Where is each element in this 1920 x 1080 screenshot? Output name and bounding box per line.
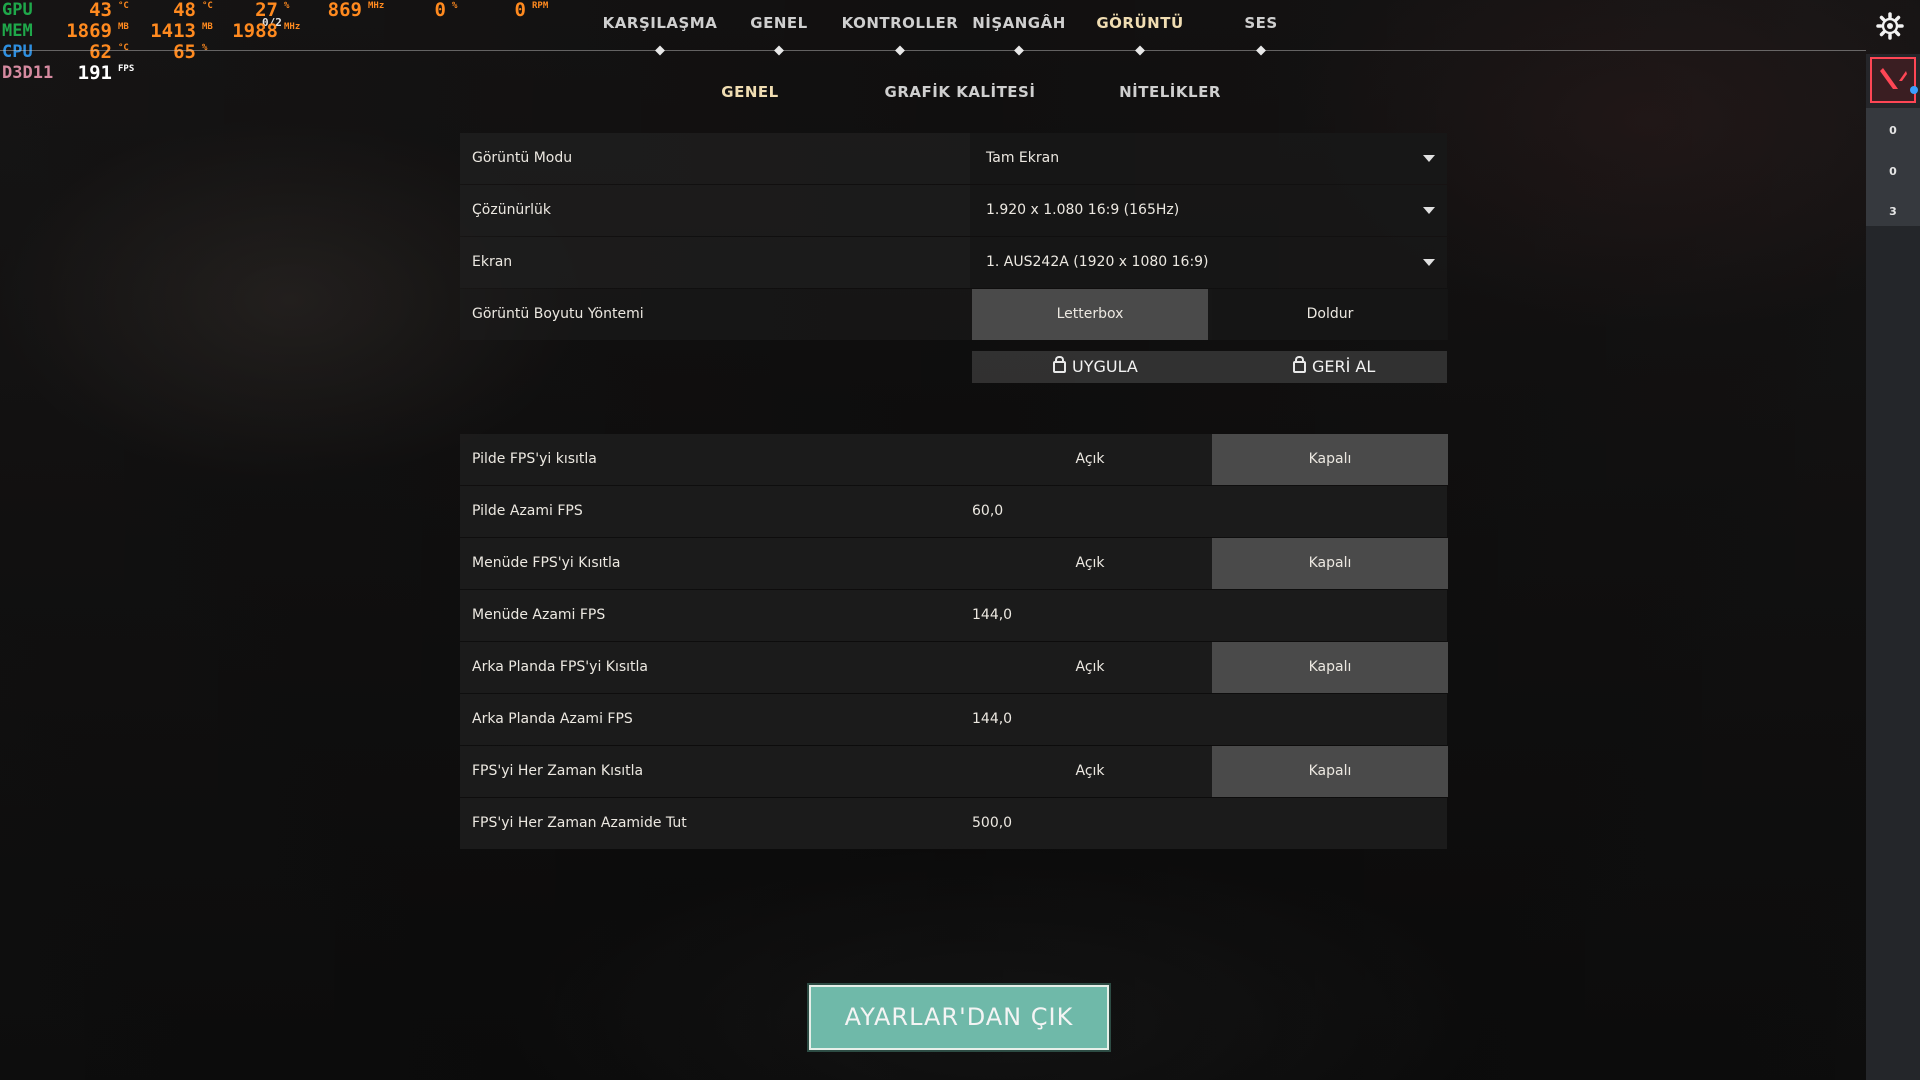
chevron-down-icon — [1423, 259, 1435, 266]
tab-controls[interactable]: KONTROLLER — [842, 14, 959, 32]
osd-mem-vram-unit: MB — [202, 22, 213, 32]
osd-gpu-fan-rpm-unit: RPM — [532, 1, 549, 11]
nav-divider — [0, 50, 1866, 51]
osd-cpu-load-unit: % — [202, 43, 208, 53]
monitor-label: Ekran — [472, 254, 513, 270]
monitor-value: 1. AUS242A (1920 x 1080 16:9) — [986, 254, 1209, 270]
osd-gpu-row: GPU 43 °C 48 °C 27 % 0/2 869 MHz 0 % 0 R… — [0, 0, 600, 29]
osd-fps-unit: FPS — [118, 64, 135, 74]
max-fps-battery-value: 60,0 — [972, 503, 1004, 519]
limit-fps-background-on[interactable]: Açık — [972, 642, 1208, 693]
chevron-down-icon — [1423, 207, 1435, 214]
apply-label: UYGULA — [1072, 357, 1138, 376]
aspect-fill-option[interactable]: Doldur — [1212, 289, 1448, 340]
side-count-2: 0 — [1889, 165, 1897, 178]
tab-match[interactable]: KARŞILAŞMA — [603, 14, 718, 32]
tab-crosshair[interactable]: NİŞANGÂH — [972, 14, 1066, 32]
osd-mem-used-unit: MB — [118, 22, 129, 32]
revert-button[interactable]: GERİ AL — [1293, 351, 1375, 383]
subtab-stats[interactable]: NİTELİKLER — [1119, 83, 1221, 101]
tab-video[interactable]: GÖRÜNTÜ — [1096, 14, 1183, 32]
apply-button[interactable]: UYGULA — [1053, 351, 1138, 383]
max-fps-battery-label: Pilde Azami FPS — [472, 503, 583, 519]
valorant-logo-icon — [1880, 68, 1907, 89]
osd-mem-clock-unit: MHz — [284, 22, 301, 32]
revert-label: GERİ AL — [1312, 357, 1376, 376]
osd-mem-label: MEM — [2, 21, 33, 41]
lock-icon — [1053, 356, 1066, 373]
osd-gpu-hotspot-unit: °C — [202, 1, 213, 11]
aspect-letterbox-option[interactable]: Letterbox — [972, 289, 1208, 340]
chevron-down-icon — [1423, 155, 1435, 162]
osd-gpu-fan-pct-unit: % — [452, 1, 458, 11]
max-fps-menu-label: Menüde Azami FPS — [472, 607, 606, 623]
limit-fps-battery-off[interactable]: Kapalı — [1212, 434, 1448, 485]
limit-fps-background-label: Arka Planda FPS'yi Kısıtla — [472, 659, 648, 675]
osd-mem-used: 1869 — [66, 20, 112, 42]
resolution-label: Çözünürlük — [472, 202, 551, 218]
osd-cpu-row: CPU 62 °C 65 % — [0, 42, 600, 64]
osd-cpu-temp: 62 — [89, 41, 112, 63]
status-dot-icon — [1910, 86, 1918, 94]
limit-fps-menu-label: Menüde FPS'yi Kısıtla — [472, 555, 621, 571]
tab-general[interactable]: GENEL — [750, 14, 807, 32]
max-fps-background-label: Arka Planda Azami FPS — [472, 711, 633, 727]
limit-fps-always-label: FPS'yi Her Zaman Kısıtla — [472, 763, 644, 779]
subtab-general[interactable]: GENEL — [721, 83, 778, 101]
osd-mem-row: MEM 1869 MB 1413 MB 1988 MHz — [0, 21, 600, 43]
osd-gpu-clock: 869 — [327, 0, 362, 21]
max-fps-always-value: 500,0 — [972, 815, 1013, 831]
osd-gpu-fan-pct: 0 — [434, 0, 446, 21]
osd-gpu-fan-rpm: 0 — [514, 0, 526, 21]
setting-row-max-fps-battery — [460, 486, 1447, 537]
display-mode-value: Tam Ekran — [986, 150, 1060, 166]
max-fps-always-label: FPS'yi Her Zaman Azamide Tut — [472, 815, 687, 831]
limit-fps-menu-on[interactable]: Açık — [972, 538, 1208, 589]
resolution-value: 1.920 x 1.080 16:9 (165Hz) — [986, 202, 1180, 218]
osd-gpu-label: GPU — [2, 0, 33, 20]
subtab-graphics-quality[interactable]: GRAFİK KALİTESİ — [885, 83, 1036, 101]
resolution-dropdown[interactable]: 1.920 x 1.080 16:9 (165Hz) — [970, 185, 1447, 236]
osd-gpu-clock-unit: MHz — [368, 1, 385, 11]
display-mode-label: Görüntü Modu — [472, 150, 573, 166]
limit-fps-always-off[interactable]: Kapalı — [1212, 746, 1448, 797]
osd-cpu-load: 65 — [173, 41, 196, 63]
osd-cpu-label: CPU — [2, 42, 33, 62]
lock-icon — [1293, 356, 1306, 373]
display-mode-dropdown[interactable]: Tam Ekran — [970, 133, 1447, 184]
apply-revert-bar — [972, 351, 1447, 383]
gear-icon[interactable] — [1876, 12, 1904, 40]
limit-fps-always-on[interactable]: Açık — [972, 746, 1208, 797]
max-fps-background-value: 144,0 — [972, 711, 1013, 727]
osd-mem-clock: 1988 — [232, 20, 278, 42]
limit-fps-menu-off[interactable]: Kapalı — [1212, 538, 1448, 589]
osd-fps-value: 191 — [77, 62, 112, 84]
exit-settings-button[interactable]: AYARLAR'DAN ÇIK — [807, 983, 1111, 1052]
limit-fps-battery-on[interactable]: Açık — [972, 434, 1208, 485]
osd-api-row: D3D11 191 FPS — [0, 63, 600, 85]
osd-gpu-temp-unit: °C — [118, 1, 129, 11]
osd-gpu-temp: 43 — [89, 0, 112, 21]
limit-fps-background-off[interactable]: Kapalı — [1212, 642, 1448, 693]
limit-fps-battery-label: Pilde FPS'yi kısıtla — [472, 451, 597, 467]
max-fps-menu-value: 144,0 — [972, 607, 1013, 623]
setting-row-max-fps-menu — [460, 590, 1447, 641]
side-count-3: 3 — [1889, 205, 1897, 218]
aspect-method-label: Görüntü Boyutu Yöntemi — [472, 306, 644, 322]
valorant-logo[interactable] — [1870, 57, 1916, 103]
osd-cpu-temp-unit: °C — [118, 43, 129, 53]
side-count-1: 0 — [1889, 124, 1897, 137]
tab-audio[interactable]: SES — [1244, 14, 1277, 32]
osd-api-label: D3D11 — [2, 63, 54, 83]
osd-gpu-load-unit: % — [284, 1, 290, 11]
osd-gpu-hotspot: 48 — [173, 0, 196, 21]
osd-mem-vram: 1413 — [150, 20, 196, 42]
monitor-dropdown[interactable]: 1. AUS242A (1920 x 1080 16:9) — [970, 237, 1447, 288]
